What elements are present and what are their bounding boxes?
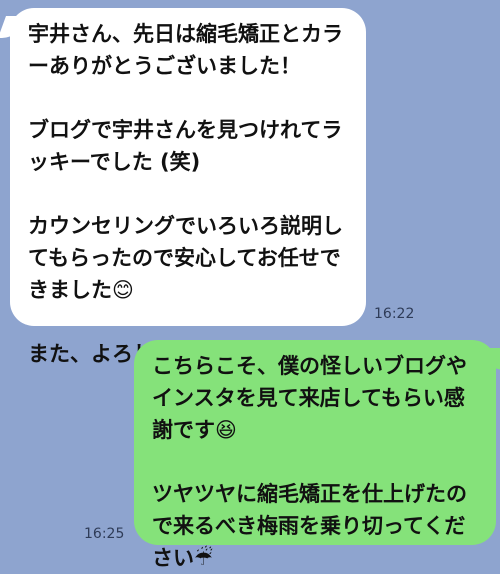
incoming-message-time: 16:22 <box>374 306 415 322</box>
outgoing-message-time: 16:25 <box>84 526 125 542</box>
outgoing-message-bubble[interactable]: こちらこそ、僕の怪しいブログやインスタを見て来店してもらい感謝です😆 ツヤツヤに… <box>134 340 496 570</box>
chat-screen: 宇井さん、先日は縮毛矯正とカラーありがとうございました！ ブログで宇井さんを見つ… <box>0 0 500 570</box>
incoming-message-bubble[interactable]: 宇井さん、先日は縮毛矯正とカラーありがとうございました！ ブログで宇井さんを見つ… <box>10 8 366 366</box>
